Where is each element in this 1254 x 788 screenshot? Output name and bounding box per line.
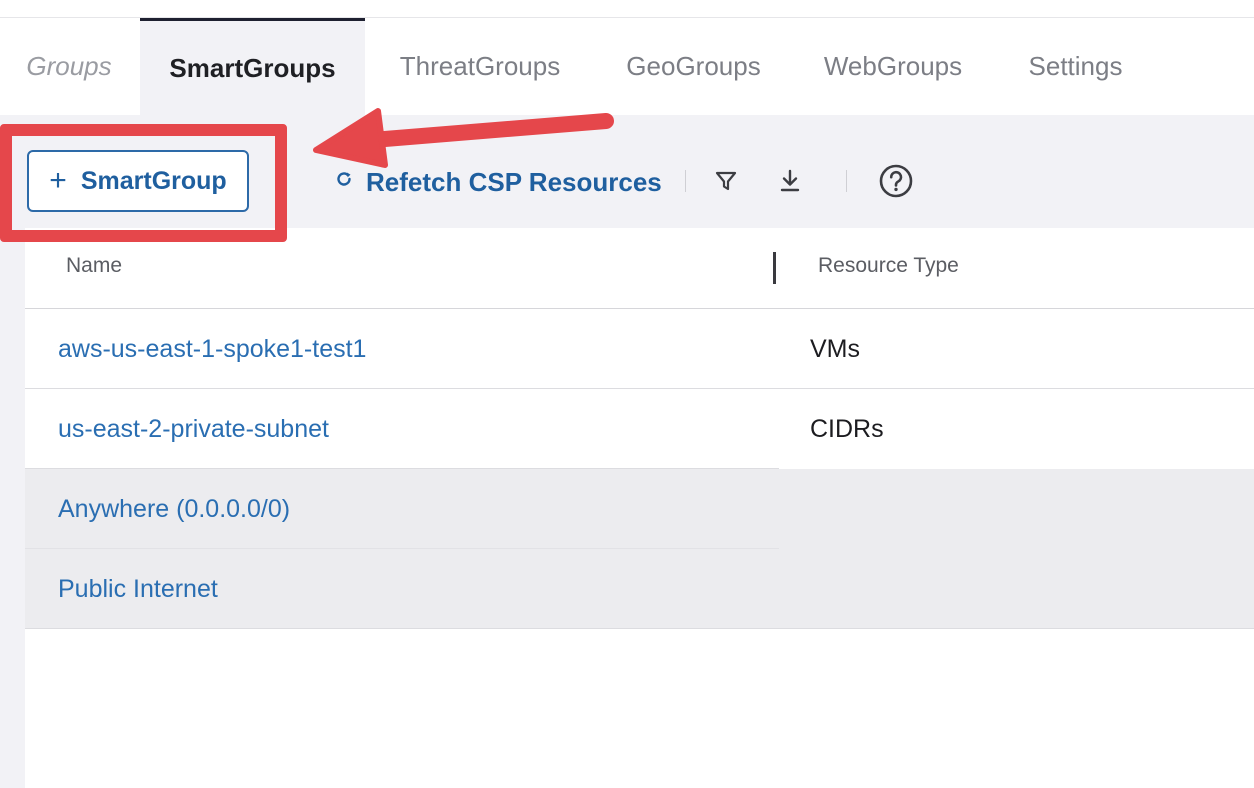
row-name-link[interactable]: Public Internet	[58, 549, 218, 629]
table-row[interactable]: Public Internet	[25, 549, 1254, 629]
row-name-link[interactable]: aws-us-east-1-spoke1-test1	[58, 309, 366, 389]
tab-settings[interactable]: Settings	[994, 18, 1157, 115]
smartgroups-table: Name Resource Type aws-us-east-1-spoke1-…	[25, 228, 1254, 788]
table-header: Name Resource Type	[25, 228, 1254, 309]
row-name-link[interactable]: us-east-2-private-subnet	[58, 389, 329, 469]
column-header-name[interactable]: Name	[66, 254, 122, 278]
add-smartgroup-label: SmartGroup	[80, 166, 227, 195]
help-circle-icon[interactable]	[878, 163, 914, 199]
refresh-icon	[334, 169, 354, 195]
tab-bar: Groups SmartGroups ThreatGroups GeoGroup…	[0, 18, 1254, 115]
row-shade	[779, 469, 1254, 549]
toolbar-separator	[846, 170, 847, 192]
row-name-link[interactable]: Anywhere (0.0.0.0/0)	[58, 469, 290, 549]
tab-smartgroups[interactable]: SmartGroups	[140, 18, 365, 115]
tab-geogroups[interactable]: GeoGroups	[595, 18, 792, 115]
column-header-resource-type[interactable]: Resource Type	[818, 254, 959, 278]
plus-icon: +	[49, 164, 67, 197]
column-resize-handle[interactable]	[773, 252, 776, 284]
section-label-groups: Groups	[26, 51, 112, 81]
tab-threatgroups[interactable]: ThreatGroups	[365, 18, 595, 115]
table-row[interactable]: aws-us-east-1-spoke1-test1 VMs	[25, 309, 1254, 389]
tab-webgroups[interactable]: WebGroups	[792, 18, 994, 115]
row-resource-type: VMs	[810, 334, 860, 363]
row-resource-type: CIDRs	[810, 414, 884, 443]
toolbar-separator	[685, 170, 686, 192]
download-icon[interactable]	[772, 163, 808, 199]
table-row[interactable]: us-east-2-private-subnet CIDRs	[25, 389, 1254, 469]
filter-icon[interactable]	[708, 163, 744, 199]
add-smartgroup-button[interactable]: + SmartGroup	[27, 150, 249, 212]
refetch-csp-resources-button[interactable]: Refetch CSP Resources	[334, 162, 662, 202]
table-row[interactable]: Anywhere (0.0.0.0/0)	[25, 469, 1254, 549]
refetch-label: Refetch CSP Resources	[366, 166, 662, 197]
